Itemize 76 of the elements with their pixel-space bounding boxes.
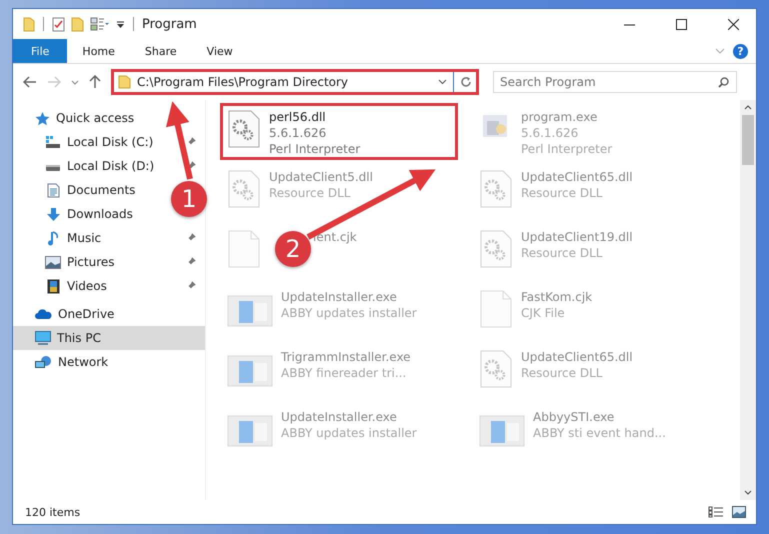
gear-file-icon xyxy=(479,229,513,269)
file-detail: CJK File xyxy=(521,305,566,321)
file-detail: Perl Interpreter xyxy=(521,141,612,157)
address-bar[interactable]: C:\Program Files\Program Directory xyxy=(111,69,479,95)
installer-icon xyxy=(227,293,273,329)
blank-file-icon xyxy=(227,229,261,269)
back-arrow-icon[interactable] xyxy=(23,76,37,88)
gear-file-icon xyxy=(479,349,513,389)
checklist-icon[interactable] xyxy=(52,16,65,32)
star-icon xyxy=(35,110,50,126)
properties-icon[interactable] xyxy=(90,17,110,31)
file-detail: ABBY updates installer xyxy=(281,425,417,441)
ribbon-tab[interactable]: Home xyxy=(67,39,130,63)
help-button[interactable]: ? xyxy=(733,44,748,58)
music-note-icon xyxy=(47,230,59,246)
file-detail: Perl Interpreter xyxy=(269,141,360,157)
sidebar-item[interactable]: Music xyxy=(67,231,102,245)
chevron-down-icon[interactable] xyxy=(744,490,752,495)
address-path: C:\Program Files\Program Directory xyxy=(137,75,350,89)
step-number-badge: 2 xyxy=(275,231,311,267)
file-name: perl56.dll xyxy=(269,109,327,125)
ribbon-tab[interactable]: View xyxy=(192,39,248,63)
maximize-icon xyxy=(676,18,686,30)
ribbon-tab[interactable]: File xyxy=(13,39,68,63)
document-icon xyxy=(46,182,60,198)
details-view-icon[interactable] xyxy=(708,506,724,518)
dropdown-icon[interactable] xyxy=(116,19,125,29)
sidebar-item[interactable]: Videos xyxy=(67,279,107,293)
download-arrow-icon xyxy=(46,206,60,222)
file-detail: 5.6.1.626 xyxy=(521,125,580,141)
sidebar-item[interactable]: Local Disk (C:) xyxy=(67,135,154,149)
search-field[interactable]: Search Program xyxy=(493,71,737,93)
up-arrow-icon[interactable] xyxy=(89,75,101,89)
sidebar-item[interactable]: Local Disk (D:) xyxy=(67,159,154,173)
gear-file-icon xyxy=(227,169,261,209)
blank-file-icon xyxy=(479,289,513,329)
file-detail: ABBY updates installer xyxy=(281,305,417,321)
installer-icon xyxy=(227,413,273,449)
ribbon-tab[interactable]: Share xyxy=(130,39,192,63)
cloud-icon xyxy=(35,308,52,320)
sidebar-item[interactable]: Documents xyxy=(67,183,136,197)
file-detail: Resource DLL xyxy=(521,365,604,381)
picture-icon xyxy=(45,256,61,268)
file-detail: Resource DLL xyxy=(521,185,604,201)
gear-file-icon xyxy=(227,109,261,149)
sidebar-item[interactable]: This PC xyxy=(13,326,205,350)
search-icon xyxy=(718,77,729,88)
installer-icon xyxy=(479,413,525,449)
monitor-icon xyxy=(35,331,51,345)
tiles-view-icon[interactable] xyxy=(732,506,746,518)
file-detail: Resource DLL xyxy=(269,185,352,201)
installer-icon xyxy=(227,353,273,389)
film-icon xyxy=(46,278,60,294)
scrollbar[interactable] xyxy=(740,100,756,500)
chevron-down-icon[interactable] xyxy=(438,79,447,85)
sidebar-item[interactable]: Quick access xyxy=(13,106,205,130)
scrollbar-thumb[interactable] xyxy=(742,115,754,165)
chevron-up-icon[interactable] xyxy=(744,105,752,110)
file-item[interactable]: perl56.dll 5.6.1.626 Perl Interpreter xyxy=(220,103,458,160)
step-number-badge: 1 xyxy=(171,181,207,217)
close-icon xyxy=(728,18,738,30)
item-count: 120 items xyxy=(25,506,80,518)
sidebar-item[interactable]: Pictures xyxy=(67,255,115,269)
folder-icon xyxy=(118,75,131,89)
sidebar-item[interactable]: Network xyxy=(13,350,205,374)
file-detail: Resource DLL xyxy=(521,245,604,261)
sidebar-item[interactable]: OneDrive xyxy=(13,302,205,326)
file-detail: 5.6.1.626 xyxy=(269,125,328,141)
refresh-icon[interactable] xyxy=(460,76,472,88)
drive-icon xyxy=(45,135,61,149)
gear-file-icon xyxy=(479,169,513,209)
file-detail: ABBY finereader tri... xyxy=(281,365,408,381)
network-icon xyxy=(35,355,52,369)
file-detail: ABBY sti event hand... xyxy=(533,425,666,441)
window-title: Program xyxy=(142,16,197,32)
sidebar-item[interactable]: Downloads xyxy=(67,207,133,221)
